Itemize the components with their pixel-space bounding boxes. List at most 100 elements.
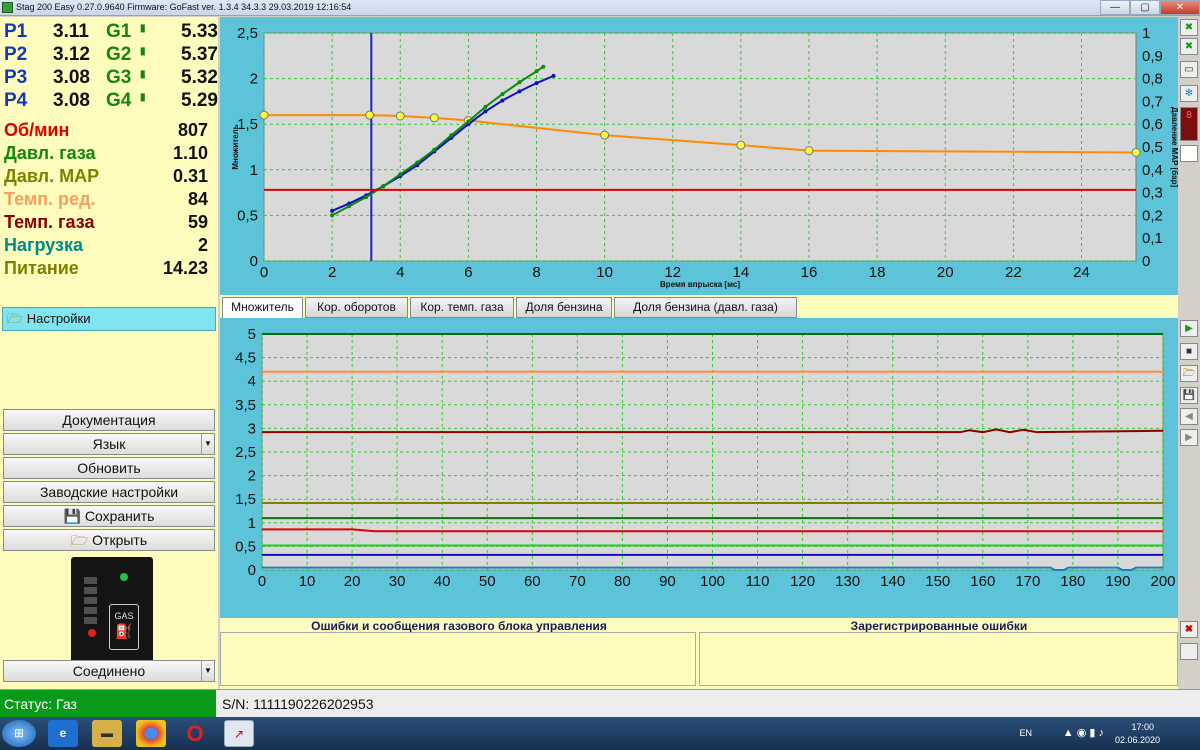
taskbar: ⊞ e ▬ O ↗ EN ▲ ◉ ▮ ♪ 17:00 02.06.2020 — [0, 717, 1200, 750]
y-tick-label: 0 — [250, 253, 258, 270]
y2-tick-label: 0,1 — [1142, 230, 1163, 247]
window-titlebar[interactable]: Stag 200 Easy 0.27.0.9640 Firmware: GoFa… — [0, 0, 1200, 16]
refresh-button[interactable]: Обновить — [3, 457, 215, 479]
arrow-left-icon[interactable]: ◀ — [1180, 408, 1198, 425]
petrol-injector-time: 3.08 — [53, 67, 90, 88]
y-tick-label: 3,5 — [235, 397, 256, 414]
x-tick-label: 14 — [733, 264, 750, 281]
sensor-label: Нагрузка — [4, 235, 84, 255]
data-point — [541, 64, 546, 69]
data-point — [330, 213, 335, 218]
injector-icon: ▮ — [140, 23, 146, 34]
x-tick-label: 110 — [746, 573, 770, 590]
x-tick-label: 22 — [1005, 264, 1022, 281]
ecu-errors-list[interactable] — [220, 632, 696, 686]
close-button[interactable]: ✕ — [1160, 0, 1200, 15]
data-point — [381, 184, 386, 189]
factory-settings-button[interactable]: Заводские настройки — [3, 481, 215, 503]
settings-header[interactable]: 🗁 Настройки — [2, 307, 216, 331]
data-point — [517, 89, 522, 94]
window-icon[interactable]: ▭ — [1180, 61, 1198, 78]
stop-icon[interactable]: ■ — [1180, 343, 1198, 360]
y-tick-label: 1,5 — [235, 491, 256, 508]
level-bar — [84, 597, 97, 604]
clock-date[interactable]: 02.06.2020 — [1115, 735, 1160, 745]
y2-tick-label: 0,6 — [1142, 116, 1163, 133]
arrow-right-icon[interactable]: ▶ — [1180, 429, 1198, 446]
chrome-icon[interactable] — [136, 720, 166, 747]
language-dropdown[interactable]: Язык ▼ — [3, 433, 215, 455]
y2-tick-label: 1 — [1142, 25, 1150, 42]
close-icon[interactable]: ✖ — [1180, 621, 1198, 638]
minimize-button[interactable]: — — [1100, 0, 1130, 15]
x-tick-label: 16 — [801, 264, 818, 281]
digit-display-icon: 8 — [1180, 107, 1198, 141]
ie-icon[interactable]: e — [48, 720, 78, 747]
y-tick-label: 4 — [248, 373, 256, 390]
x-axis-label: Время впрыска [мс] — [660, 280, 740, 289]
language-indicator[interactable]: EN — [1019, 728, 1032, 738]
data-point — [483, 109, 488, 114]
floppy-icon[interactable]: 💾 — [1180, 387, 1198, 404]
empty-box-icon[interactable] — [1180, 145, 1198, 162]
registered-errors-list[interactable] — [699, 632, 1178, 686]
live-chart[interactable]: 0 10 20 30 40 50 60 70 80 90 100 110 120 130 140 150 160… — [220, 318, 1178, 618]
cross-green-icon[interactable]: ✖ — [1180, 38, 1198, 55]
y2-tick-label: 0 — [1142, 253, 1150, 270]
cross-green-icon[interactable]: ✖ — [1180, 19, 1198, 36]
x-tick-label: 170 — [1015, 573, 1040, 590]
data-point — [259, 110, 269, 120]
x-tick-label: 40 — [434, 573, 451, 590]
data-point — [534, 81, 539, 86]
multiplier-chart-panel: 0 2 4 6 8 10 12 14 16 18 20 22 24 0 0,5 1 1,5 2 2,5 0 0,1 0,2… — [220, 17, 1179, 295]
clock-time[interactable]: 17:00 — [1131, 722, 1154, 732]
y2-tick-label: 0,7 — [1142, 93, 1163, 110]
open-button[interactable]: 🗁 Открыть — [3, 529, 215, 551]
data-point — [500, 92, 505, 97]
data-point — [364, 195, 369, 200]
petrol-injector-label: P2 — [4, 44, 28, 65]
fan-icon[interactable]: ✻ — [1180, 85, 1198, 102]
y2-tick-label: 0,5 — [1142, 139, 1163, 156]
tab-0[interactable]: Множитель — [222, 297, 303, 319]
errors-area: Ошибки и сообщения газового блока управл… — [220, 618, 1178, 689]
empty-box-icon[interactable] — [1180, 643, 1198, 660]
tab-2[interactable]: Кор. темп. газа — [410, 297, 514, 318]
tab-3[interactable]: Доля бензина — [516, 297, 612, 318]
multiplier-chart[interactable]: 0 2 4 6 8 10 12 14 16 18 20 22 2400,511,522,500,10,2… — [220, 17, 1179, 295]
save-button[interactable]: 💾 Сохранить — [3, 505, 215, 527]
sensor-row: Об/мин 807 — [4, 120, 208, 142]
level-bar — [84, 577, 97, 584]
tab-1[interactable]: Кор. оборотов — [305, 297, 408, 318]
stag-app-icon[interactable]: ↗ — [224, 720, 254, 747]
folder-open-icon[interactable]: 🗁 — [1180, 365, 1198, 382]
maximize-button[interactable]: ▢ — [1130, 0, 1160, 15]
petrol-injector-time: 3.11 — [53, 21, 89, 42]
data-point — [449, 133, 454, 138]
start-icon[interactable]: ⊞ — [2, 720, 36, 747]
save-label: Сохранить — [84, 508, 155, 524]
play-icon[interactable]: ▶ — [1180, 320, 1198, 337]
x-tick-label: 8 — [532, 264, 540, 281]
y-tick-label: 4,5 — [235, 350, 256, 367]
data-point — [429, 113, 439, 123]
x-tick-label: 130 — [835, 573, 860, 590]
opera-icon[interactable]: O — [180, 720, 210, 747]
status-bar: Статус: Газ S/N: 1111190226202953 — [0, 689, 1200, 718]
folder-icon[interactable]: ▬ — [92, 720, 122, 747]
connection-dropdown[interactable]: Соединено ▼ — [3, 660, 215, 682]
connection-label: Соединено — [72, 663, 146, 679]
documentation-button[interactable]: Документация — [3, 409, 215, 431]
tab-4[interactable]: Доля бензина (давл. газа) — [614, 297, 797, 318]
x-tick-label: 24 — [1073, 264, 1090, 281]
x-tick-label: 20 — [344, 573, 361, 590]
sensor-value: 84 — [187, 189, 208, 209]
sensor-label: Об/мин — [4, 120, 70, 140]
injector-row: P1 3.11 G1 ▮ 5.33 — [4, 21, 218, 43]
data-point — [1131, 147, 1141, 157]
folder-open-icon: 🗁 — [70, 532, 89, 548]
sensor-value: 14.23 — [162, 258, 208, 278]
ecu-switch-image[interactable]: GAS ⛽ — [71, 557, 153, 671]
y-tick-label: 2 — [248, 468, 256, 485]
injector-row: P3 3.08 G3 ▮ 5.32 — [4, 67, 218, 89]
